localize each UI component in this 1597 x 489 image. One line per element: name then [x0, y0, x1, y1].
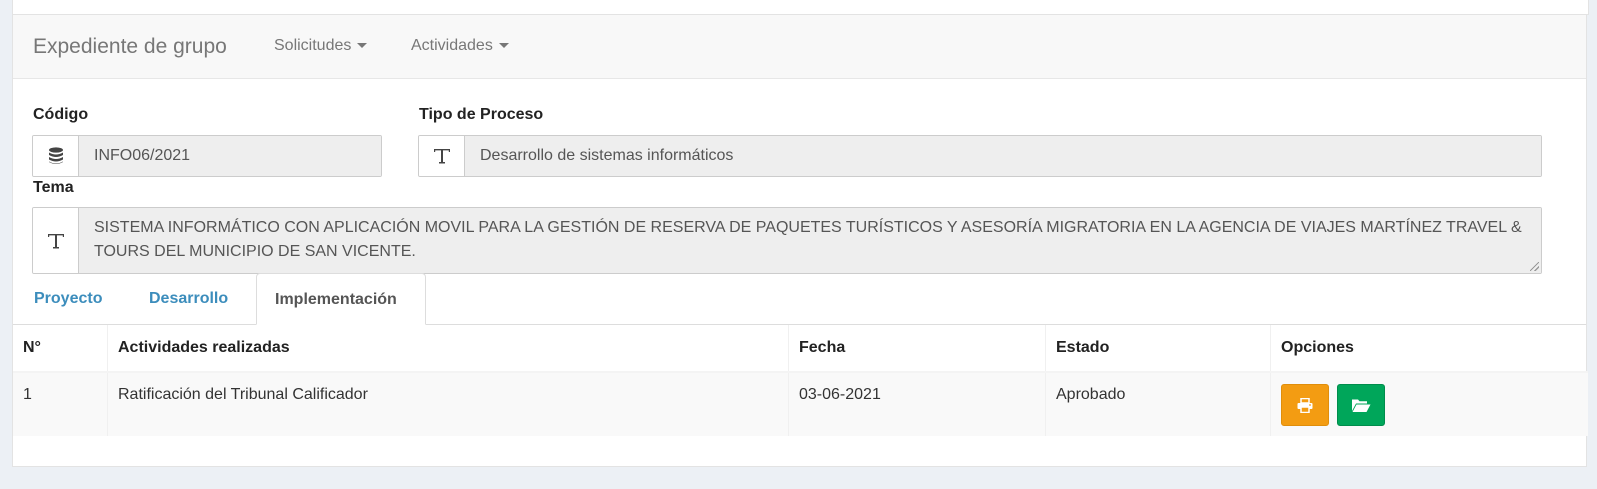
solicitudes-dropdown[interactable]: Solicitudes — [274, 37, 368, 55]
col-opciones-header: Opciones — [1270, 325, 1588, 373]
tema-text: SISTEMA INFORMÁTICO CON APLICACIÓN MOVIL… — [94, 219, 1522, 260]
actividades-label: Actividades — [411, 37, 493, 54]
solicitudes-label: Solicitudes — [274, 37, 352, 54]
cell-estado: Aprobado — [1045, 372, 1271, 436]
codigo-label: Código — [33, 106, 89, 123]
tipo-proceso-input-group: Desarrollo de sistemas informáticos — [418, 135, 1542, 177]
activities-table: N° Actividades realizadas Fecha Estado O… — [13, 325, 1588, 436]
caret-down-icon — [498, 43, 509, 49]
codigo-input-group: INFO06/2021 — [32, 135, 382, 177]
col-estado-header: Estado — [1045, 325, 1271, 373]
table-header-row: N° Actividades realizadas Fecha Estado O… — [13, 325, 1588, 373]
top-panel-edge — [12, 0, 1589, 15]
navbar-brand[interactable]: Expediente de grupo — [33, 35, 227, 59]
tab-implementacion[interactable]: Implementación — [256, 273, 426, 325]
tab-proyecto[interactable]: Proyecto — [16, 273, 120, 325]
tab-desarrollo[interactable]: Desarrollo — [131, 273, 246, 325]
tema-label: Tema — [33, 179, 74, 196]
codigo-field[interactable]: INFO06/2021 — [79, 136, 381, 176]
caret-down-icon — [357, 43, 368, 49]
text-icon — [419, 136, 465, 176]
database-icon — [33, 136, 79, 176]
group-record-panel: Expediente de grupo Solicitudes Activida… — [12, 14, 1588, 467]
open-folder-button[interactable] — [1337, 384, 1386, 426]
print-icon — [1297, 397, 1313, 413]
col-fecha-header: Fecha — [788, 325, 1046, 373]
navbar: Expediente de grupo Solicitudes Activida… — [13, 15, 1586, 79]
tema-textarea[interactable]: SISTEMA INFORMÁTICO CON APLICACIÓN MOVIL… — [79, 208, 1541, 273]
resize-grip-icon[interactable] — [1530, 262, 1539, 271]
cell-opciones — [1270, 372, 1588, 436]
text-icon — [33, 208, 79, 273]
tema-input-group: SISTEMA INFORMÁTICO CON APLICACIÓN MOVIL… — [32, 207, 1542, 274]
cell-actividad: Ratificación del Tribunal Calificador — [107, 372, 789, 436]
tipo-proceso-label: Tipo de Proceso — [419, 106, 544, 123]
print-button[interactable] — [1281, 384, 1329, 426]
col-num-header: N° — [13, 325, 108, 373]
folder-open-icon — [1352, 399, 1371, 412]
tipo-proceso-field[interactable]: Desarrollo de sistemas informáticos — [465, 136, 1541, 176]
tab-bar: Proyecto Desarrollo Implementación — [13, 273, 1586, 325]
cell-num: 1 — [13, 372, 108, 436]
actividades-dropdown[interactable]: Actividades — [411, 37, 509, 55]
cell-fecha: 03-06-2021 — [788, 372, 1046, 436]
table-row: 1 Ratificación del Tribunal Calificador … — [13, 372, 1588, 436]
col-actividades-header: Actividades realizadas — [107, 325, 789, 373]
